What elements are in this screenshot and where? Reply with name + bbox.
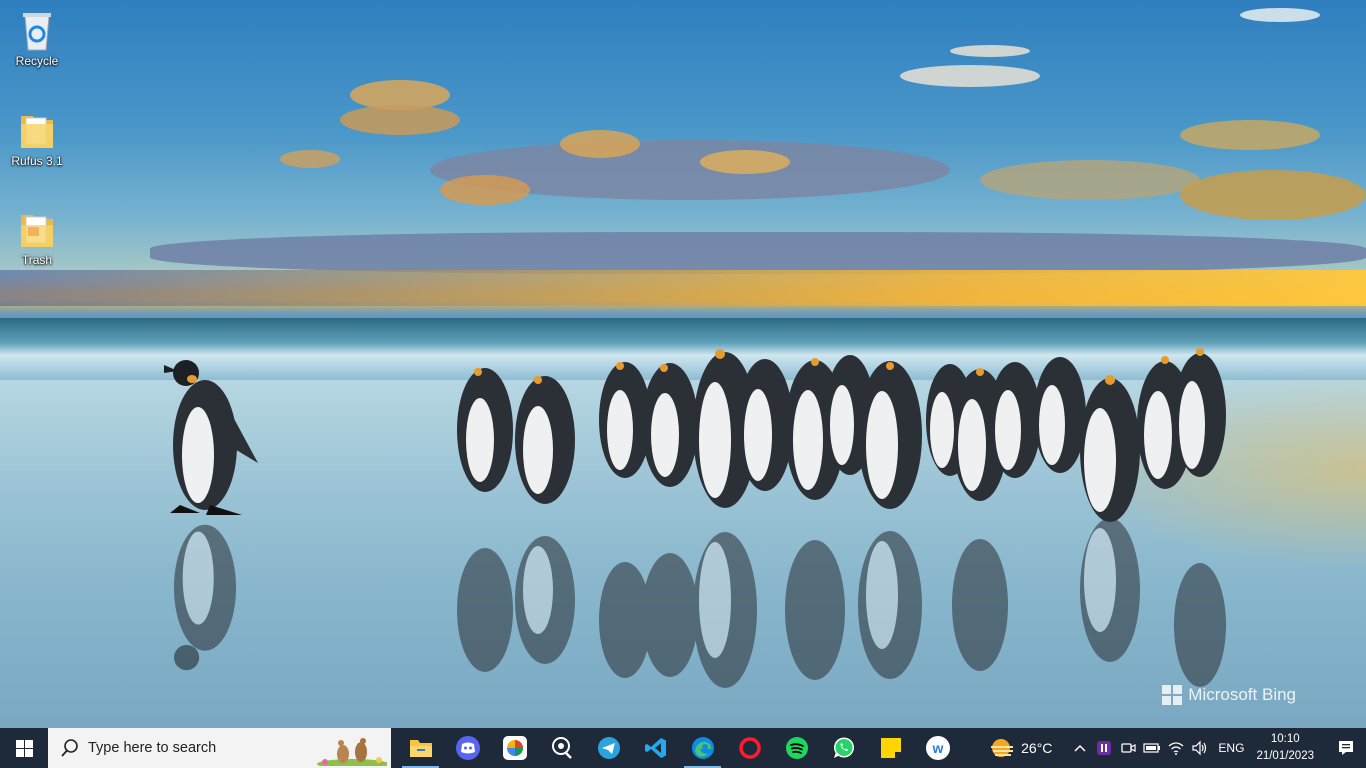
taskbar-app-w[interactable]: w xyxy=(914,728,961,768)
bing-watermark-text: Microsoft Bing xyxy=(1188,685,1296,704)
cloud xyxy=(440,175,530,205)
weather-temperature: 26°C xyxy=(1021,740,1053,756)
tray-volume[interactable] xyxy=(1188,728,1212,768)
taskbar-search-box[interactable]: Type here to search xyxy=(48,728,391,768)
taskbar-app-whatsapp[interactable] xyxy=(820,728,867,768)
taskbar-app-opera[interactable] xyxy=(726,728,773,768)
vscode-icon xyxy=(644,738,666,758)
clock-time: 10:10 xyxy=(1270,733,1300,745)
search-placeholder: Type here to search xyxy=(88,740,217,756)
cloud xyxy=(560,130,640,158)
notification-icon xyxy=(1339,741,1353,755)
tray-meet-now[interactable] xyxy=(1116,728,1140,768)
taskbar: Type here to search w 26°C ENG 10:10 21/… xyxy=(0,728,1366,768)
windows-logo-icon xyxy=(15,739,33,757)
desktop-icon-rufus[interactable]: Rufus 3.1 xyxy=(4,108,70,168)
clock-date: 21/01/2023 xyxy=(1256,750,1314,762)
taskbar-app-edge[interactable] xyxy=(679,728,726,768)
cloud xyxy=(1180,120,1320,150)
cloud xyxy=(340,105,460,135)
magnifier-app-icon xyxy=(551,737,572,759)
clock[interactable]: 10:10 21/01/2023 xyxy=(1256,731,1314,765)
pause-app-icon xyxy=(1097,741,1112,755)
taskbar-app-picasa[interactable] xyxy=(491,728,538,768)
svg-text:w: w xyxy=(931,740,943,756)
cloud xyxy=(280,150,340,168)
desktop-icon-recycle[interactable]: Recycle xyxy=(4,8,70,68)
penguin xyxy=(164,360,258,515)
cloud xyxy=(1180,170,1366,220)
cloud xyxy=(900,65,1040,87)
telegram-icon xyxy=(597,737,620,759)
desktop-icon-label: Recycle xyxy=(15,54,59,68)
sticky-notes-icon xyxy=(880,738,901,758)
tray-battery[interactable] xyxy=(1140,728,1164,768)
input-language[interactable]: ENG xyxy=(1218,741,1244,755)
edge-icon xyxy=(691,737,714,759)
system-tray: 26°C ENG 10:10 21/01/2023 xyxy=(989,728,1366,768)
opera-icon xyxy=(738,737,761,759)
cloud xyxy=(950,45,1030,57)
spotify-icon xyxy=(785,737,808,759)
taskbar-app-file-explorer[interactable] xyxy=(397,728,444,768)
pdf-folder-icon xyxy=(21,215,53,247)
bing-watermark: Microsoft Bing xyxy=(1162,685,1296,705)
search-icon xyxy=(61,739,78,757)
chevron-up-icon xyxy=(1074,744,1086,752)
wifi-icon xyxy=(1168,742,1184,755)
tray-network[interactable] xyxy=(1164,728,1188,768)
cloud xyxy=(700,150,790,174)
horizon-glow xyxy=(0,270,1366,306)
w-app-icon: w xyxy=(925,736,950,760)
taskbar-app-spotify[interactable] xyxy=(773,728,820,768)
desktop-icon-label: Rufus 3.1 xyxy=(11,154,63,168)
taskbar-app-sticky-notes[interactable] xyxy=(867,728,914,768)
taskbar-pinned-apps: w xyxy=(397,728,961,768)
taskbar-app-search-tool[interactable] xyxy=(538,728,585,768)
microsoft-logo-icon xyxy=(1162,685,1183,705)
folder-icon xyxy=(21,116,53,148)
start-button[interactable] xyxy=(0,728,48,768)
sunny-haze-icon xyxy=(991,739,1014,757)
tray-app-pause[interactable] xyxy=(1092,728,1116,768)
penguin-reflection xyxy=(173,524,237,671)
show-hidden-icons-button[interactable] xyxy=(1068,728,1092,768)
whatsapp-icon xyxy=(833,737,854,758)
desktop-icon-label: Trash xyxy=(21,253,53,267)
desktop-wallpaper: Recycle Rufus 3.1 Trash Microsoft Bing xyxy=(0,0,1366,728)
camera-icon xyxy=(1121,743,1137,753)
notification-center-button[interactable] xyxy=(1326,728,1366,768)
cloud xyxy=(980,160,1200,200)
search-highlight-illustration-icon[interactable] xyxy=(313,730,387,766)
penguin-group-reflection xyxy=(457,518,1226,688)
discord-icon xyxy=(455,736,480,760)
weather-widget[interactable]: 26°C xyxy=(989,737,1052,759)
cloud xyxy=(1240,8,1320,22)
taskbar-app-telegram[interactable] xyxy=(585,728,632,768)
battery-icon xyxy=(1143,743,1161,753)
file-explorer-icon xyxy=(409,740,432,757)
recycle-bin-icon xyxy=(23,13,51,51)
picasa-icon xyxy=(502,736,527,760)
desktop-icon-trash[interactable]: Trash xyxy=(4,207,70,267)
speaker-icon xyxy=(1192,740,1207,756)
cloud-band xyxy=(150,232,1366,274)
taskbar-app-vscode[interactable] xyxy=(632,728,679,768)
taskbar-app-discord[interactable] xyxy=(444,728,491,768)
